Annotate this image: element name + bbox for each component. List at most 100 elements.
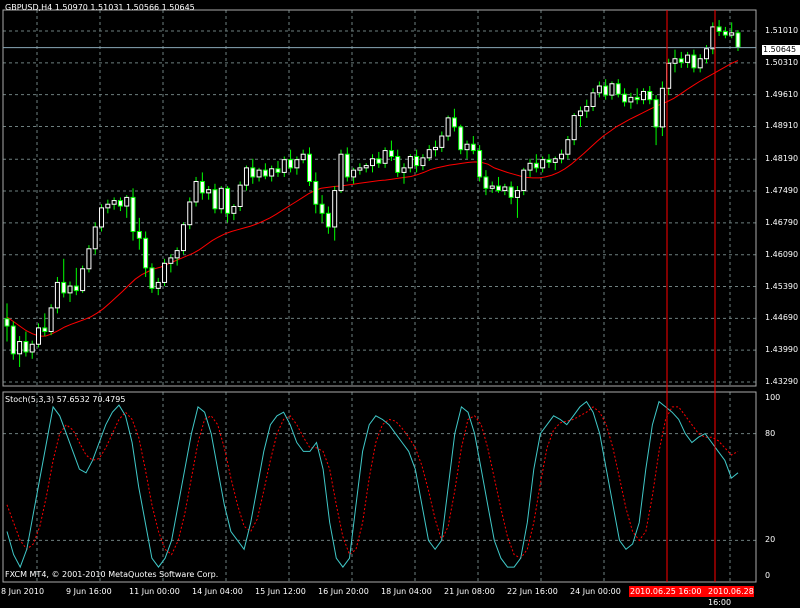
candle-body-bull <box>521 169 527 192</box>
candle-body-bull <box>552 158 558 163</box>
candle-body-bear <box>508 186 514 198</box>
candle-body-bear <box>130 196 136 233</box>
candle-body-bear <box>23 341 29 353</box>
candle <box>395 149 401 177</box>
candle <box>697 54 703 73</box>
candle-body-bear <box>4 318 10 327</box>
candle <box>124 195 130 218</box>
candle-body-bull <box>168 257 174 264</box>
stoch-main-line <box>6 400 739 569</box>
stochastic-layer <box>6 400 739 569</box>
candle <box>73 267 79 296</box>
price-tick-label: 1.45390 <box>765 281 799 291</box>
time-tick-label: 22 Jun 16:00 <box>507 587 558 596</box>
candle <box>338 149 344 193</box>
candle-body-bear <box>149 267 155 289</box>
candle <box>67 281 73 302</box>
candle <box>502 183 508 196</box>
price-tick-label: 1.49610 <box>765 89 799 99</box>
candle-body-bull <box>628 96 634 103</box>
candle <box>609 81 615 100</box>
candle-body-bull <box>36 327 42 345</box>
candle <box>313 172 319 214</box>
candle <box>319 195 325 223</box>
stoch-tick-label: 0 <box>765 571 771 580</box>
candle <box>590 88 596 112</box>
candle <box>439 131 445 152</box>
candle <box>117 197 123 212</box>
candle-body-bull <box>281 159 287 173</box>
candle-body-bear <box>414 155 420 167</box>
candle-body-bull <box>54 281 60 309</box>
candle <box>691 49 697 73</box>
candle <box>237 181 243 212</box>
candle-body-bull <box>445 117 451 137</box>
candle-body-bull <box>407 155 413 169</box>
candle-body-bull <box>640 90 646 101</box>
candle <box>464 140 470 159</box>
candle <box>256 167 262 182</box>
candle-body-bull <box>243 167 249 186</box>
stochastic-title: Stoch(5,3,3) 57.6532 70.4795 <box>5 395 126 404</box>
candle <box>559 149 565 164</box>
candle-body-bear <box>376 158 382 164</box>
candle-body-bull <box>729 32 735 36</box>
candle <box>407 154 413 173</box>
candle-body-bear <box>73 285 79 292</box>
candle <box>521 167 527 196</box>
candle <box>29 340 35 359</box>
candle-body-bull <box>609 83 615 96</box>
candle <box>4 303 10 342</box>
candle <box>10 321 16 360</box>
candle <box>174 247 180 266</box>
candle-body-bear <box>325 212 331 228</box>
candle-body-bull <box>300 153 306 161</box>
time-tick-label: 16 Jun 20:00 <box>318 587 369 596</box>
candle <box>149 263 155 293</box>
candle-body-bull <box>67 285 73 294</box>
candle-body-bear <box>496 185 502 192</box>
candle <box>420 154 426 171</box>
candle <box>42 313 48 337</box>
candle-body-bull <box>351 169 357 178</box>
candle <box>80 265 86 293</box>
candle <box>388 140 394 162</box>
candle <box>92 222 98 255</box>
candle <box>281 156 287 177</box>
candle <box>36 323 42 348</box>
candle <box>628 92 634 109</box>
candle-body-bear <box>691 54 697 69</box>
candle <box>111 197 117 210</box>
candle <box>552 156 558 171</box>
candle-body-bear <box>451 117 457 128</box>
candle <box>143 231 149 277</box>
candle-body-bear <box>470 143 476 152</box>
candle-body-bear <box>647 90 653 101</box>
candle-body-bull <box>193 180 199 203</box>
candle <box>155 277 161 296</box>
candle <box>433 140 439 157</box>
candle <box>162 258 168 287</box>
price-tick-label: 1.50310 <box>765 57 799 67</box>
candle <box>187 197 193 230</box>
price-panel-frame <box>2 9 757 387</box>
candle-body-bull <box>155 281 161 289</box>
price-tick-label: 1.48190 <box>765 154 799 164</box>
candle <box>86 245 92 273</box>
candle <box>571 113 577 146</box>
candle-body-bear <box>117 200 123 207</box>
chart-canvas[interactable] <box>0 0 800 600</box>
time-tick-label: 18 Jun 04:00 <box>381 587 432 596</box>
candle-body-bull <box>672 58 678 64</box>
candle <box>508 181 514 205</box>
candle-body-bear <box>212 189 218 210</box>
chart-title: GBPUSD,H4 1.50970 1.51031 1.50566 1.5064… <box>5 3 195 12</box>
candle-body-bull <box>401 167 407 173</box>
candle <box>218 186 224 214</box>
price-tick-label: 1.46090 <box>765 249 799 259</box>
candle-body-bear <box>678 58 684 63</box>
candle <box>659 81 665 137</box>
candle <box>584 99 590 118</box>
candle-body-bear <box>603 85 609 96</box>
candle-body-bull <box>489 185 495 189</box>
